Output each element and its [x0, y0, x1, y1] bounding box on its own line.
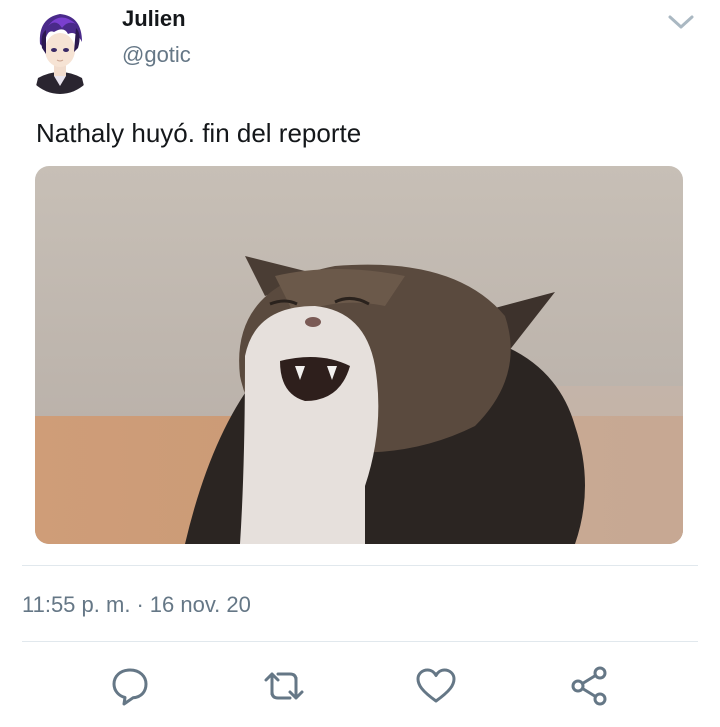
retweet-icon — [264, 672, 304, 700]
author-name[interactable]: Julien — [122, 6, 186, 32]
tweet-time: 11:55 p. m. — [22, 592, 131, 617]
retweet-button[interactable] — [262, 664, 306, 708]
author-handle[interactable]: @gotic — [122, 42, 191, 68]
reply-button[interactable] — [108, 664, 152, 708]
more-options-button[interactable] — [666, 10, 696, 34]
tweet-text: Nathaly huyó. fin del reporte — [36, 118, 362, 148]
like-button[interactable] — [414, 664, 458, 708]
tweet-timestamp[interactable]: 11:55 p. m. · 16 nov. 20 — [22, 592, 251, 618]
share-icon — [571, 666, 607, 706]
divider-bottom — [22, 641, 698, 642]
author-avatar[interactable] — [24, 4, 96, 94]
avatar-illustration — [24, 4, 96, 94]
tweet-date: 16 nov. 20 — [149, 592, 251, 617]
timestamp-separator: · — [136, 592, 144, 617]
heart-icon — [416, 668, 456, 703]
reply-icon — [112, 668, 148, 706]
tweet-media-image[interactable] — [35, 166, 683, 544]
cat-photo — [35, 166, 683, 544]
divider-top — [22, 565, 698, 566]
share-button[interactable] — [568, 664, 612, 708]
chevron-down-icon — [668, 15, 694, 29]
tweet-actions-bar — [0, 664, 720, 708]
